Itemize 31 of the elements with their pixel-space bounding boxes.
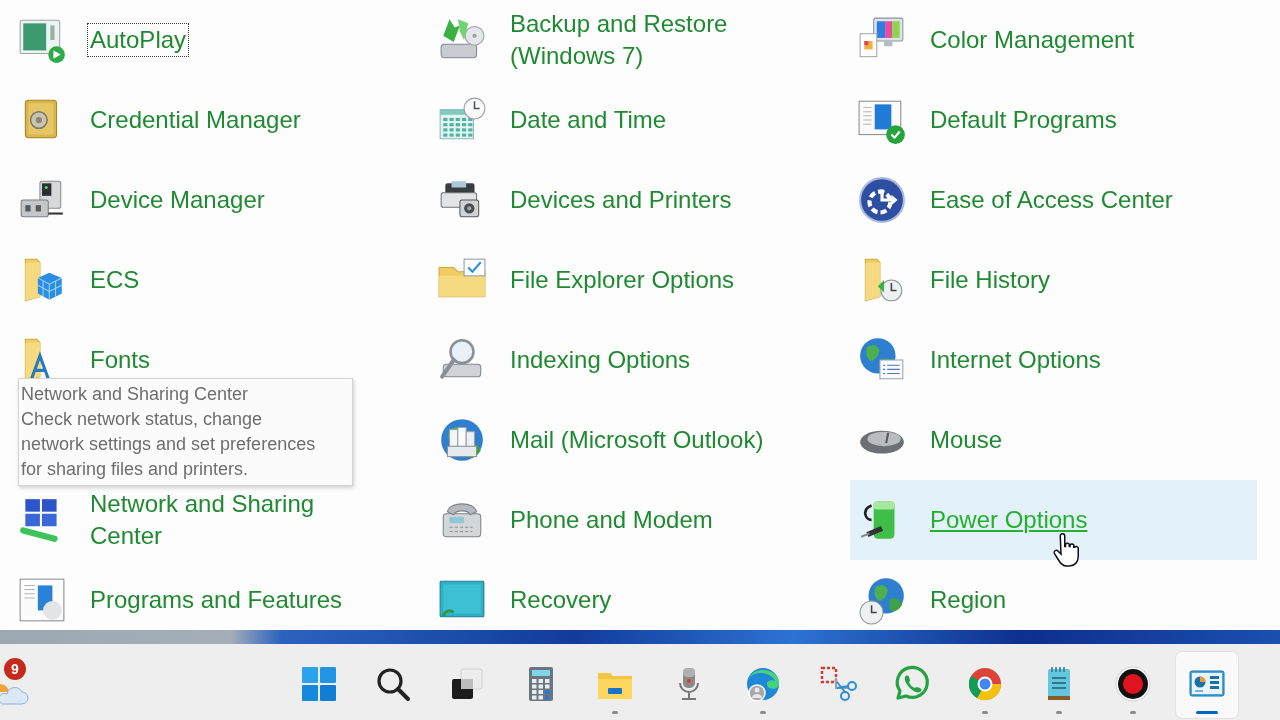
item-link[interactable]: Internet Options [927, 343, 1104, 377]
item-link[interactable]: File Explorer Options [507, 263, 738, 297]
item-link[interactable]: Backup and Restore (Windows 7) [507, 7, 803, 73]
item-link[interactable]: Device Manager [87, 183, 268, 217]
item-link[interactable]: Network and Sharing Center [87, 487, 383, 553]
item-link[interactable]: Region [927, 583, 1010, 617]
item-link[interactable]: Mail (Microsoft Outlook) [507, 423, 767, 457]
item-link[interactable]: File History [927, 263, 1053, 297]
item-link[interactable]: Default Programs [927, 103, 1120, 137]
item-link[interactable]: Credential Manager [87, 103, 304, 137]
item-link[interactable]: Indexing Options [507, 343, 694, 377]
item-link[interactable]: Mouse [927, 423, 1006, 457]
accessibility-icon[interactable] [857, 175, 907, 225]
tooltip-text: Check network status, change network settings and set preferences for sharing files and printers. [21, 408, 317, 481]
item-link[interactable]: Programs and Features [87, 583, 346, 617]
item-link[interactable]: Ease of Access Center [927, 183, 1176, 217]
item-link[interactable]: Recovery [507, 583, 615, 617]
item-link[interactable]: Color Management [927, 23, 1138, 57]
globe-clock-icon[interactable] [857, 575, 907, 625]
notification-count: 9 [4, 658, 26, 680]
item-link[interactable]: Fonts [87, 343, 154, 377]
start-icon[interactable] [299, 664, 339, 704]
item-link[interactable]: Power Options [927, 503, 1091, 537]
item-link[interactable]: ECS [87, 263, 143, 297]
item-link[interactable]: Devices and Printers [507, 183, 735, 217]
record-icon[interactable] [1113, 664, 1153, 704]
item-link[interactable]: Date and Time [507, 103, 670, 137]
item-highlight[interactable]: Power Options [850, 480, 1257, 560]
item-link[interactable]: Phone and Modem [507, 503, 716, 537]
tooltip-title: Network and Sharing Center [21, 383, 250, 406]
item-link[interactable]: AutoPlay [87, 23, 190, 57]
